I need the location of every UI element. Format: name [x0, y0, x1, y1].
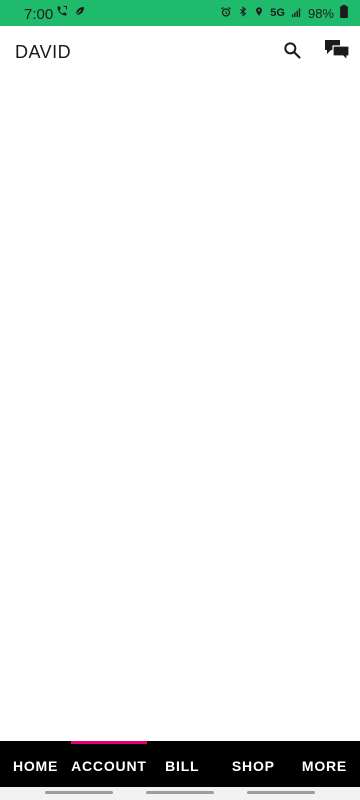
gesture-handle-left[interactable]	[45, 791, 113, 794]
app-bar: DAVID	[0, 26, 360, 78]
search-icon	[282, 40, 302, 65]
status-bar: 7:00 5G 98%	[0, 0, 360, 26]
status-system-icons: 5G 98%	[220, 5, 348, 21]
tab-account[interactable]: ACCOUNT	[71, 741, 147, 787]
tab-label: BILL	[165, 758, 200, 774]
network-type: 5G	[270, 7, 285, 19]
tab-label: ACCOUNT	[71, 758, 147, 774]
phone-call-icon	[56, 4, 68, 22]
location-icon	[254, 5, 264, 21]
gesture-handle-center[interactable]	[146, 791, 214, 794]
tab-label: HOME	[12, 758, 59, 774]
tab-label: MORE	[301, 758, 348, 774]
tab-home[interactable]: HOME	[0, 741, 71, 787]
leaf-icon	[74, 4, 86, 22]
tab-more[interactable]: MORE	[289, 741, 360, 787]
battery-icon	[340, 5, 348, 21]
status-notification-icons	[56, 6, 86, 20]
messages-icon	[324, 38, 350, 67]
bottom-navigation: HOME ACCOUNT BILL SHOP MORE	[0, 741, 360, 787]
page-title: DAVID	[15, 42, 72, 62]
bluetooth-icon	[238, 5, 248, 21]
tab-shop[interactable]: SHOP	[218, 741, 289, 787]
gesture-handle-right[interactable]	[247, 791, 315, 794]
signal-icon	[291, 6, 302, 21]
main-content	[0, 78, 360, 741]
status-time: 7:00	[24, 6, 54, 23]
battery-percentage: 98%	[307, 5, 334, 21]
tab-label: SHOP	[231, 758, 275, 774]
system-gesture-bar	[0, 787, 360, 800]
messages-button[interactable]	[323, 38, 351, 66]
search-button[interactable]	[278, 38, 306, 66]
tab-bill[interactable]: BILL	[147, 741, 218, 787]
alarm-icon	[220, 6, 232, 21]
